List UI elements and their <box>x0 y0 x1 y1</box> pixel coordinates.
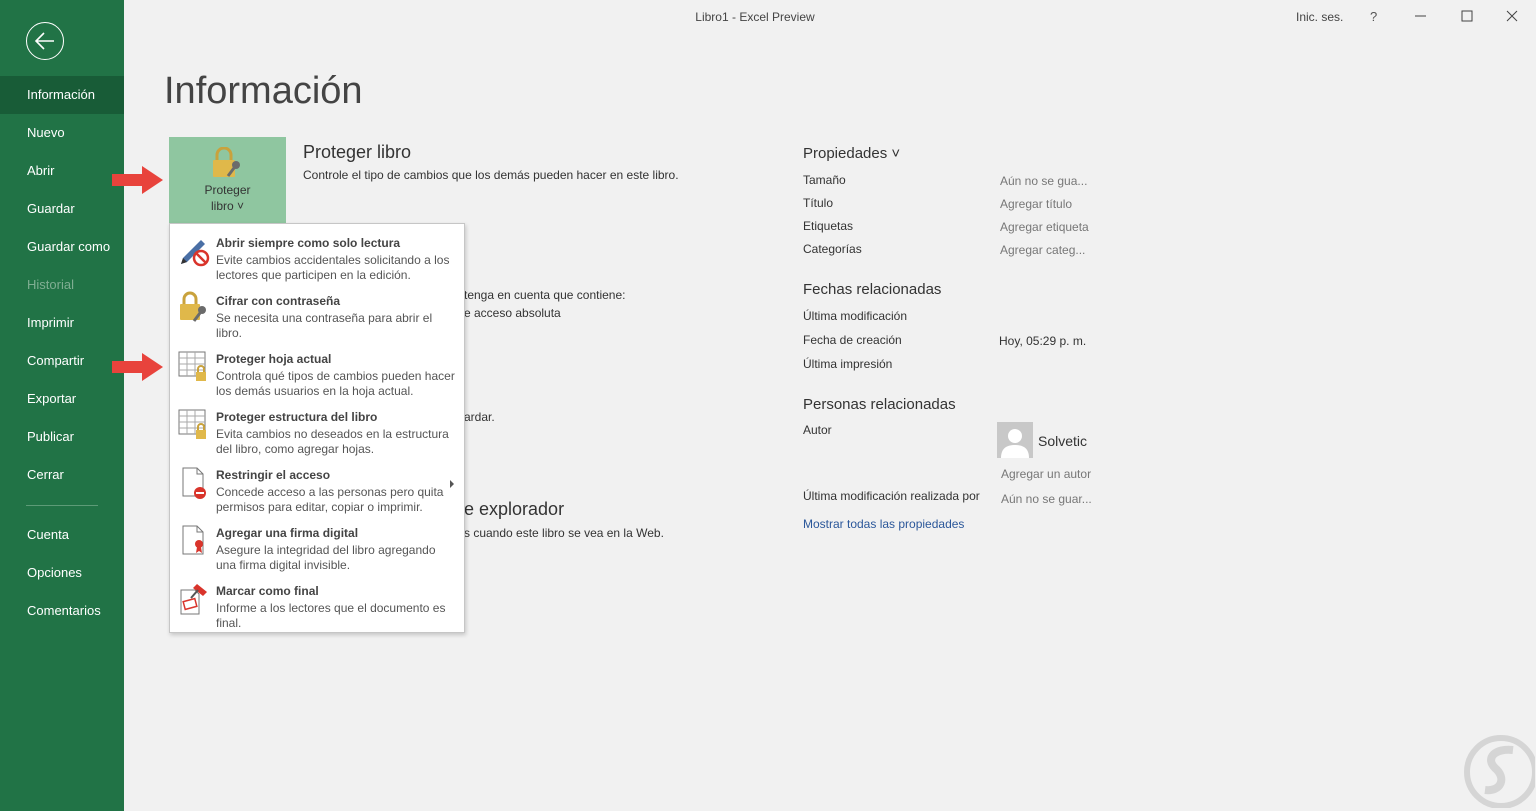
menu-item-description: Evite cambios accidentales solicitando a… <box>216 253 450 282</box>
protect-workbook-menu: Abrir siempre como solo lectura Evite ca… <box>169 223 465 633</box>
help-button[interactable]: ? <box>1370 9 1377 24</box>
menu-item-digital-signature[interactable]: Agregar una firma digital Asegure la int… <box>170 517 464 575</box>
pen-no-icon <box>181 240 210 267</box>
protect-title: Proteger libro <box>303 142 412 162</box>
menu-item-description: Se necesita una contraseña para abrir el… <box>216 311 433 340</box>
inspect-text-line1: tenga en cuenta que contiene: <box>464 288 626 302</box>
sidebar-item-guardar-como[interactable]: Guardar como <box>0 228 124 266</box>
last-modified-by-value: Aún no se guar... <box>1001 492 1092 506</box>
menu-item-description: Evita cambios no deseados en la estructu… <box>216 427 449 456</box>
menu-item-description: Informe a los lectores que el documento … <box>216 601 446 630</box>
inspect-text-line2: e acceso absoluta <box>464 306 561 320</box>
menu-item-protect-structure[interactable]: Proteger estructura del libro Evita camb… <box>170 401 464 459</box>
workbook-lock-icon <box>178 409 206 439</box>
menu-item-read-only[interactable]: Abrir siempre como solo lectura Evite ca… <box>170 227 464 285</box>
back-arrow-icon <box>34 32 54 50</box>
menu-item-title: Proteger hoja actual <box>216 352 332 366</box>
menu-item-protect-sheet[interactable]: Proteger hoja actual Controla qué tipos … <box>170 343 464 401</box>
minimize-icon[interactable] <box>1413 8 1429 24</box>
prop-value-title[interactable]: Agregar título <box>1000 197 1072 211</box>
document-restrict-icon <box>182 467 206 499</box>
sidebar-item-abrir[interactable]: Abrir <box>0 152 124 190</box>
properties-dropdown[interactable]: Propiedades ˅ <box>803 145 900 162</box>
protect-button-line1: Proteger <box>204 183 251 197</box>
sidebar-item-cerrar[interactable]: Cerrar <box>0 456 124 494</box>
date-value-created: Hoy, 05:29 p. m. <box>999 334 1087 348</box>
document-ribbon-icon <box>182 525 204 555</box>
menu-item-title: Proteger estructura del libro <box>216 410 378 424</box>
sheet-lock-icon <box>178 351 206 381</box>
prop-label-tags: Etiquetas <box>803 219 854 233</box>
browser-heading: e explorador <box>464 499 565 519</box>
document-stamp-icon <box>180 584 207 615</box>
lock-key-icon <box>213 147 240 177</box>
sidebar-item-compartir[interactable]: Compartir <box>0 342 124 380</box>
watermark-logo-icon <box>1464 735 1535 808</box>
sidebar-item-guardar[interactable]: Guardar <box>0 190 124 228</box>
prop-value-tags[interactable]: Agregar etiqueta <box>1000 220 1089 234</box>
menu-item-title: Abrir siempre como solo lectura <box>216 236 401 250</box>
sidebar-item-comentarios[interactable]: Comentarios <box>0 592 124 630</box>
protect-button-line2: libro ˅ <box>210 199 245 213</box>
protect-workbook-button[interactable]: Proteger libro ˅ <box>169 137 286 225</box>
back-button[interactable] <box>26 22 64 60</box>
red-arrow-icon <box>112 166 163 194</box>
sidebar-item-exportar[interactable]: Exportar <box>0 380 124 418</box>
browser-text: s cuando este libro se vea en la Web. <box>464 526 664 540</box>
protect-description: Controle el tipo de cambios que los demá… <box>303 168 679 182</box>
person-icon <box>1001 429 1029 458</box>
menu-item-title: Restringir el acceso <box>216 468 331 482</box>
prop-label-title: Título <box>803 196 834 210</box>
menu-item-title: Marcar como final <box>216 584 319 598</box>
add-author-link[interactable]: Agregar un autor <box>1001 467 1091 481</box>
versions-text: ardar. <box>464 410 495 424</box>
sidebar-item-imprimir[interactable]: Imprimir <box>0 304 124 342</box>
people-section-title: Personas relacionadas <box>803 396 956 413</box>
menu-item-description: Concede acceso a las personas pero quita… <box>216 485 444 514</box>
prop-label-categories: Categorías <box>803 242 862 256</box>
show-all-properties-link[interactable]: Mostrar todas las propiedades <box>803 517 964 531</box>
prop-label-size: Tamaño <box>803 173 846 187</box>
avatar <box>997 422 1033 458</box>
menu-item-title: Agregar una firma digital <box>216 526 359 540</box>
sidebar-divider <box>26 505 98 506</box>
sidebar-item-opciones[interactable]: Opciones <box>0 554 124 592</box>
menu-item-description: Controla qué tipos de cambios pueden hac… <box>216 369 455 398</box>
sidebar-item-nuevo[interactable]: Nuevo <box>0 114 124 152</box>
prop-value-categories[interactable]: Agregar categ... <box>1000 243 1085 257</box>
dates-section-title: Fechas relacionadas <box>803 281 942 298</box>
menu-item-restrict-access[interactable]: Restringir el acceso Concede acceso a la… <box>170 459 464 517</box>
submenu-chevron-icon <box>450 480 454 488</box>
prop-value-size: Aún no se gua... <box>1000 174 1088 188</box>
lock-key-icon <box>180 291 206 322</box>
date-label-printed: Última impresión <box>803 357 893 371</box>
menu-item-description: Asegure la integridad del libro agregand… <box>216 543 436 572</box>
author-name[interactable]: Solvetic <box>1038 433 1087 449</box>
date-label-created: Fecha de creación <box>803 333 902 347</box>
author-label: Autor <box>803 423 832 437</box>
sidebar-item-cuenta[interactable]: Cuenta <box>0 516 124 554</box>
menu-item-encrypt[interactable]: Cifrar con contraseña Se necesita una co… <box>170 285 464 343</box>
menu-item-mark-final[interactable]: Marcar como final Informe a los lectores… <box>170 575 464 633</box>
close-icon[interactable] <box>1504 8 1520 24</box>
backstage-sidebar: Información Nuevo Abrir Guardar Guardar … <box>0 0 124 811</box>
menu-item-title: Cifrar con contraseña <box>216 294 341 308</box>
sidebar-item-publicar[interactable]: Publicar <box>0 418 124 456</box>
date-label-modified: Última modificación <box>803 309 908 323</box>
last-modified-by-label: Última modificación realizada por <box>803 489 980 503</box>
red-arrow-icon <box>112 353 163 381</box>
sidebar-item-informacion[interactable]: Información <box>0 76 124 114</box>
page-title: Información <box>164 70 363 112</box>
sign-in-link[interactable]: Inic. ses. <box>1296 10 1343 24</box>
maximize-icon[interactable] <box>1459 8 1475 24</box>
sidebar-item-historial: Historial <box>27 277 74 292</box>
